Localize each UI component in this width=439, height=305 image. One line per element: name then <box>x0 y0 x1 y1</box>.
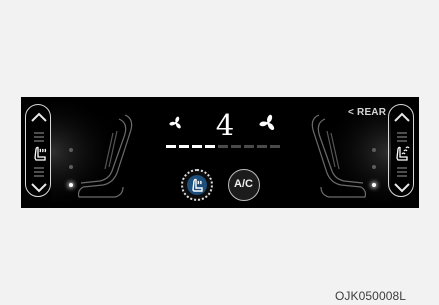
seat-heater-icon[interactable] <box>34 146 47 161</box>
left-seat-control <box>25 104 51 197</box>
fan-speed-segment <box>192 145 202 148</box>
passenger-seat-image <box>311 114 367 198</box>
climate-control-panel: 4 < REAR A/C <box>21 97 419 208</box>
heat-level-lines <box>34 132 44 142</box>
fan-high-icon <box>259 114 275 131</box>
fan-speed-segment <box>244 145 254 148</box>
seat-climate-button[interactable] <box>181 169 213 201</box>
ac-button-label: A/C <box>234 178 253 190</box>
fan-speed-segment <box>257 145 267 148</box>
seat-climate-icon <box>187 175 207 195</box>
chevron-up-icon[interactable] <box>31 112 47 122</box>
fan-speed-value: 4 <box>215 108 235 142</box>
level-lines <box>397 132 407 142</box>
right-seat-indicator-3 <box>372 183 376 187</box>
fan-speed-segment <box>231 145 241 148</box>
fan-speed-segment <box>270 145 280 148</box>
right-seat-indicator-1 <box>372 148 376 152</box>
level-lines <box>397 167 407 177</box>
fan-speed-bar <box>166 145 280 148</box>
fan-low-icon <box>169 116 181 129</box>
fan-speed-segment <box>218 145 228 148</box>
right-seat-control-graphic <box>394 112 410 193</box>
chevron-up-icon[interactable] <box>394 112 410 122</box>
ac-button[interactable]: A/C <box>228 169 260 201</box>
chevron-down-icon[interactable] <box>31 183 47 193</box>
left-heat-indicator-2 <box>69 165 73 169</box>
left-heat-indicator-1 <box>69 148 73 152</box>
left-seat-control-graphic <box>31 112 47 193</box>
fan-speed-segment <box>166 145 176 148</box>
figure-code: OJK050008L <box>335 289 407 303</box>
fan-speed-segment <box>205 145 215 148</box>
heat-level-lines <box>34 167 44 177</box>
left-heat-indicator-3 <box>69 183 73 187</box>
driver-seat-image <box>77 114 133 198</box>
chevron-down-icon[interactable] <box>394 183 410 193</box>
fan-speed-segment <box>179 145 189 148</box>
right-seat-control <box>388 104 414 197</box>
right-seat-indicator-2 <box>372 165 376 169</box>
seat-ventilation-icon[interactable] <box>396 146 410 161</box>
